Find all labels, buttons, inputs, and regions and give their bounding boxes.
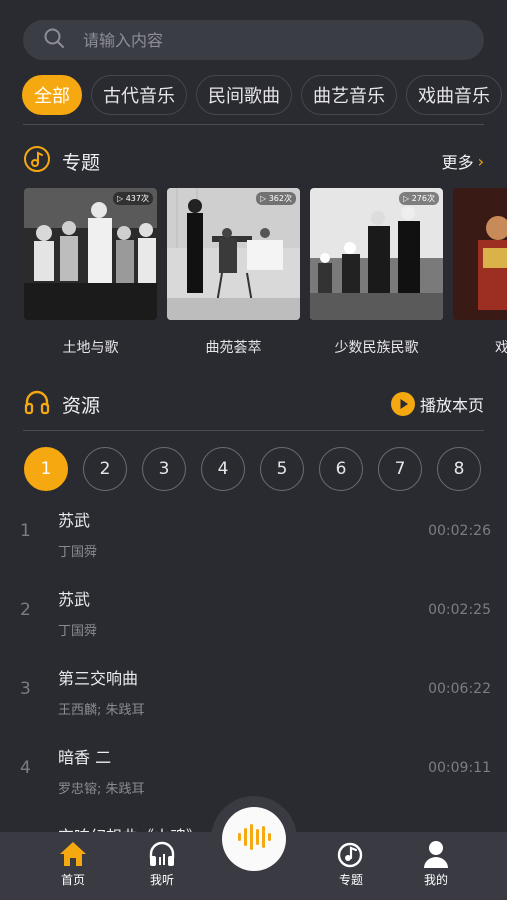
track-artist: 王西麟; 朱践耳 <box>58 703 145 718</box>
search-input[interactable] <box>83 30 443 50</box>
category-chip-folk-songs[interactable]: 民间歌曲 <box>196 75 292 115</box>
topic-name: 少数民族民歌 <box>334 340 419 356</box>
topics-title: 专题 <box>62 151 101 174</box>
topic-card[interactable]: ▷ 276次 少数民族民歌 <box>310 188 443 368</box>
track-duration: 00:09:11 <box>428 760 491 776</box>
sound-wave-icon <box>236 822 272 856</box>
tab-mine[interactable]: 我的 <box>406 840 466 888</box>
track-artist: 罗忠镕; 朱践耳 <box>58 782 145 797</box>
page-button-5[interactable]: 5 <box>260 447 304 491</box>
page-button-8[interactable]: 8 <box>437 447 481 491</box>
search-icon <box>43 27 65 53</box>
topic-thumbnail: ▷ 437次 <box>24 188 157 320</box>
page-button-1[interactable]: 1 <box>24 447 68 491</box>
page-button-7[interactable]: 7 <box>378 447 422 491</box>
topic-carousel: ▷ 437次 土地与歌 ▷ 362次 曲苑荟萃 ▷ 276次 少数民族民歌 戏 <box>24 188 507 368</box>
track-index: 1 <box>20 521 31 541</box>
headphones-icon <box>132 840 192 868</box>
track-index: 3 <box>20 679 31 699</box>
player-button[interactable] <box>222 807 286 871</box>
tab-listen[interactable]: 我听 <box>132 840 192 888</box>
category-chip-all[interactable]: 全部 <box>22 75 82 115</box>
topic-thumbnail: ▷ 362次 <box>167 188 300 320</box>
topics-header: 专题 更多 › <box>23 145 484 177</box>
tab-home[interactable]: 首页 <box>43 840 103 888</box>
bottom-tab-bar: 首页 我听 专题 我的 <box>0 796 507 900</box>
more-link[interactable]: 更多 › <box>442 149 484 173</box>
chevron-right-icon: › <box>477 151 484 171</box>
tab-mine-label: 我的 <box>423 873 448 887</box>
track-title: 暗香 二 <box>58 748 112 767</box>
play-count: ▷ 437次 <box>113 192 153 205</box>
topic-card[interactable]: 戏 <box>453 188 507 368</box>
category-tabs: 全部 古代音乐 民间歌曲 曲艺音乐 戏曲音乐 <box>22 75 507 117</box>
track-row[interactable]: 2 苏武 丁国舜 00:02:25 <box>0 570 507 649</box>
track-title: 第三交响曲 <box>58 669 139 688</box>
page-button-6[interactable]: 6 <box>319 447 363 491</box>
topic-name: 曲苑荟萃 <box>205 340 262 356</box>
user-icon <box>406 840 466 868</box>
tab-home-label: 首页 <box>60 873 85 887</box>
track-title: 苏武 <box>58 590 91 609</box>
topic-thumbnail <box>453 188 507 320</box>
page-button-2[interactable]: 2 <box>83 447 127 491</box>
page-button-3[interactable]: 3 <box>142 447 186 491</box>
track-row[interactable]: 1 苏武 丁国舜 00:02:26 <box>0 491 507 570</box>
topic-name: 戏 <box>495 340 507 356</box>
track-index: 2 <box>20 600 31 620</box>
pagination: 1 2 3 4 5 6 7 8 <box>24 447 481 491</box>
category-chip-opera-music[interactable]: 戏曲音乐 <box>406 75 502 115</box>
track-duration: 00:02:26 <box>428 523 491 539</box>
track-duration: 00:02:25 <box>428 602 491 618</box>
headphones-icon <box>23 388 51 420</box>
music-note-icon <box>23 145 51 177</box>
topic-card[interactable]: ▷ 437次 土地与歌 <box>24 188 157 368</box>
play-count: ▷ 276次 <box>399 192 439 205</box>
resources-header: 资源 播放本页 <box>23 388 484 420</box>
page-button-4[interactable]: 4 <box>201 447 245 491</box>
search-bar[interactable] <box>23 20 484 60</box>
home-icon <box>43 840 103 868</box>
topic-thumbnail: ▷ 276次 <box>310 188 443 320</box>
topic-card[interactable]: ▷ 362次 曲苑荟萃 <box>167 188 300 368</box>
track-artist: 丁国舜 <box>58 545 98 560</box>
divider <box>23 124 484 125</box>
tab-topics-label: 专题 <box>338 873 363 887</box>
resources-title: 资源 <box>62 394 101 417</box>
play-count: ▷ 362次 <box>256 192 296 205</box>
topic-name: 土地与歌 <box>62 340 119 356</box>
track-index: 4 <box>20 758 31 778</box>
music-disc-icon <box>321 840 381 868</box>
tab-listen-label: 我听 <box>149 873 174 887</box>
track-title: 苏武 <box>58 511 91 530</box>
play-page-label: 播放本页 <box>419 396 484 415</box>
play-circle-icon <box>390 392 420 416</box>
track-artist: 丁国舜 <box>58 624 98 639</box>
more-label: 更多 <box>441 153 474 172</box>
track-duration: 00:06:22 <box>428 681 491 697</box>
play-page-button[interactable]: 播放本页 <box>390 392 484 416</box>
tab-topics[interactable]: 专题 <box>321 840 381 888</box>
category-chip-quyi-music[interactable]: 曲艺音乐 <box>301 75 397 115</box>
track-row[interactable]: 3 第三交响曲 王西麟; 朱践耳 00:06:22 <box>0 649 507 728</box>
divider <box>23 430 484 431</box>
category-chip-ancient-music[interactable]: 古代音乐 <box>91 75 187 115</box>
